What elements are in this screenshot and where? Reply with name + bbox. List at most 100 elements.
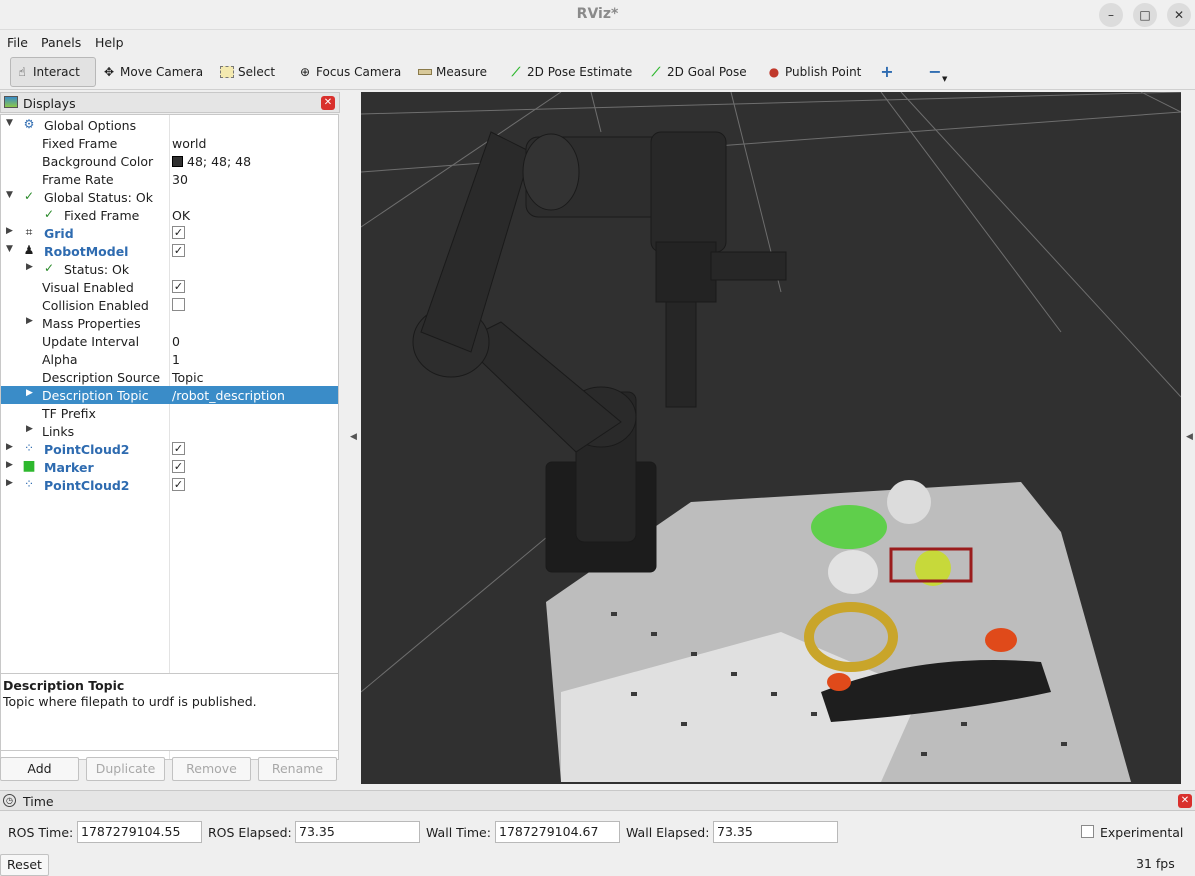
tree-row-grid[interactable]: ▶ ⌗ Grid ✓ [1,224,338,242]
rename-display-button[interactable]: Rename [258,757,337,781]
focus-camera-tool-button[interactable]: ⊕ Focus Camera [294,57,405,87]
tree-row-value[interactable]: 30 [172,172,188,187]
tree-row-label: Global Status: Ok [44,190,153,205]
expand-arrow-icon[interactable]: ▶ [6,460,13,470]
2d-goal-pose-tool-button[interactable]: ⟋ 2D Goal Pose [645,57,751,87]
tree-row-links[interactable]: ▶ Links [1,422,338,440]
marker-enabled-checkbox[interactable]: ✓ [172,460,185,473]
minus-icon: − [928,62,942,81]
close-panel-icon[interactable]: ✕ [321,96,335,110]
robot-model-enabled-checkbox[interactable]: ✓ [172,244,185,257]
toolbar: ☝ Interact ✥ Move Camera Select ⊕ Focus … [0,54,1195,90]
duplicate-display-button[interactable]: Duplicate [86,757,165,781]
tree-row-description-source[interactable]: Description Source Topic [1,368,338,386]
expand-arrow-icon[interactable]: ▶ [6,226,13,236]
tree-row-pointcloud2-second[interactable]: ▶ ⁘ PointCloud2 ✓ [1,476,338,494]
3d-render-viewport[interactable] [361,92,1181,784]
remove-tool-button[interactable]: − ▼ [924,57,951,87]
2d-pose-estimate-tool-button[interactable]: ⟋ 2D Pose Estimate [505,57,636,87]
visual-enabled-checkbox[interactable]: ✓ [172,280,185,293]
close-panel-icon[interactable]: ✕ [1178,794,1192,808]
expand-arrow-icon[interactable]: ▶ [26,262,33,272]
remove-display-button[interactable]: Remove [172,757,251,781]
interact-tool-button[interactable]: ☝ Interact [10,57,96,87]
measure-tool-button[interactable]: Measure [414,57,491,87]
expand-arrow-icon[interactable]: ▶ [26,316,33,326]
tree-row-description-topic[interactable]: ▶ Description Topic /robot_description [1,386,338,404]
tree-row-label: Description Source [42,370,161,385]
grid-icon: ⌗ [25,225,33,239]
ros-elapsed-label: ROS Elapsed: [208,825,292,840]
tree-row-pointcloud2[interactable]: ▶ ⁘ PointCloud2 ✓ [1,440,338,458]
publish-point-tool-button[interactable]: ● Publish Point [763,57,865,87]
tree-row-value[interactable]: 0 [172,334,180,349]
collapse-arrow-icon[interactable]: ▼ [6,190,13,200]
green-arrow-icon: ⟋ [511,65,521,79]
tree-row-fixed-frame[interactable]: Fixed Frame world [1,134,338,152]
hand-pointer-icon: ☝ [18,65,26,79]
wall-time-label: Wall Time: [426,825,491,840]
orange-object [985,628,1017,652]
experimental-checkbox[interactable] [1081,825,1094,838]
expand-arrow-icon[interactable]: ▶ [26,424,33,434]
wall-elapsed-field[interactable]: 73.35 [713,821,838,843]
displays-tree: ▼ ⚙ Global Options Fixed Frame world Bac… [0,114,339,760]
menu-help[interactable]: Help [95,35,124,50]
tree-row-visual-enabled[interactable]: Visual Enabled ✓ [1,278,338,296]
pointcloud2-second-enabled-checkbox[interactable]: ✓ [172,478,185,491]
splitter-left-arrow-icon[interactable]: ◀ [350,432,357,442]
tree-row-robot-model[interactable]: ▼ ♟ RobotModel ✓ [1,242,338,260]
ros-time-field[interactable]: 1787279104.55 [77,821,202,843]
tree-row-value[interactable]: 48; 48; 48 [172,154,251,169]
collapse-arrow-icon[interactable]: ▼ [6,118,13,128]
tree-row-value[interactable]: /robot_description [172,388,285,403]
tree-row-global-options[interactable]: ▼ ⚙ Global Options [1,116,338,134]
tree-row-global-status[interactable]: ▼ ✓ Global Status: Ok [1,188,338,206]
splitter-right-arrow-icon[interactable]: ◀ [1186,432,1193,442]
expand-arrow-icon[interactable]: ▶ [6,478,13,488]
checkmark-icon: ✓ [23,189,35,203]
select-tool-button[interactable]: Select [216,57,279,87]
time-panel-header: ◷ Time ✕ [0,790,1195,811]
white-object [887,480,931,524]
point-cloud-icon: ⁘ [23,441,35,455]
dropdown-arrow-icon: ▼ [942,75,948,83]
tree-row-fixed-frame-status[interactable]: ✓ Fixed Frame OK [1,206,338,224]
tree-row-robot-status[interactable]: ▶ ✓ Status: Ok [1,260,338,278]
pointcloud2-enabled-checkbox[interactable]: ✓ [172,442,185,455]
tree-row-value[interactable]: 1 [172,352,180,367]
minimize-button[interactable]: – [1099,3,1123,27]
color-value: 48; 48; 48 [187,154,252,169]
maximize-button[interactable]: □ [1133,3,1157,27]
menu-panels[interactable]: Panels [41,35,81,50]
add-display-button[interactable]: Add [0,757,79,781]
reset-button[interactable]: Reset [0,854,49,876]
checkmark-icon: ✓ [43,207,55,221]
wall-time-field[interactable]: 1787279104.67 [495,821,620,843]
time-panel: ◷ Time ✕ ROS Time: 1787279104.55 ROS Ela… [0,790,1195,876]
tree-row-update-interval[interactable]: Update Interval 0 [1,332,338,350]
move-camera-tool-button[interactable]: ✥ Move Camera [98,57,207,87]
tree-row-tf-prefix[interactable]: TF Prefix [1,404,338,422]
monitor-icon [4,96,18,108]
close-window-button[interactable]: ✕ [1167,3,1191,27]
gear-icon: ⚙ [23,117,35,131]
tree-row-value[interactable]: Topic [172,370,203,385]
collapse-arrow-icon[interactable]: ▼ [6,244,13,254]
expand-arrow-icon[interactable]: ▶ [26,388,33,398]
tree-row-marker[interactable]: ▶ ■ Marker ✓ [1,458,338,476]
ros-elapsed-field[interactable]: 73.35 [295,821,420,843]
tree-row-mass-properties[interactable]: ▶ Mass Properties [1,314,338,332]
pose-estimate-label: 2D Pose Estimate [527,65,633,79]
add-tool-button[interactable]: + [876,57,898,87]
tree-row-collision-enabled[interactable]: Collision Enabled [1,296,338,314]
scene-render [361,92,1181,782]
menu-file[interactable]: File [7,35,28,50]
tree-row-background-color[interactable]: Background Color 48; 48; 48 [1,152,338,170]
tree-row-alpha[interactable]: Alpha 1 [1,350,338,368]
tree-row-frame-rate[interactable]: Frame Rate 30 [1,170,338,188]
tree-row-value[interactable]: world [172,136,206,151]
expand-arrow-icon[interactable]: ▶ [6,442,13,452]
collision-enabled-checkbox[interactable] [172,298,185,311]
grid-enabled-checkbox[interactable]: ✓ [172,226,185,239]
